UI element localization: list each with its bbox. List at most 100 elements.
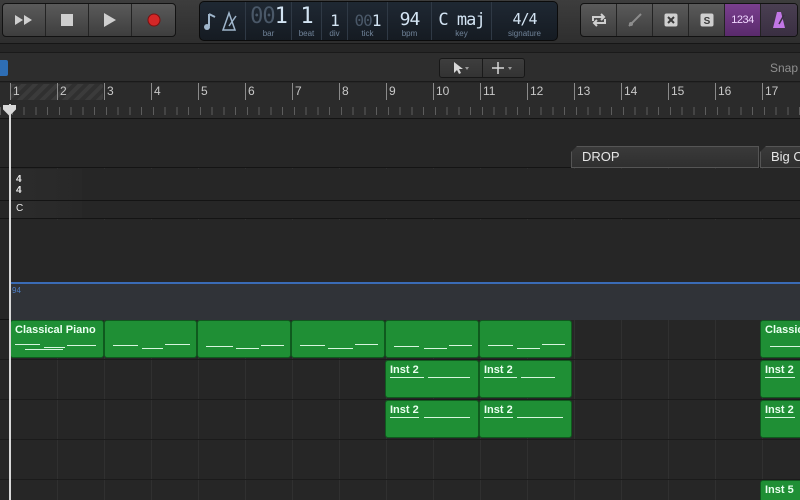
track-lane-inst2-a[interactable]: Inst 2 Inst 2 Inst 2	[0, 360, 800, 400]
region-piano[interactable]	[104, 320, 197, 358]
ruler-bar-number: 13	[577, 84, 591, 98]
fast-forward-button[interactable]	[3, 4, 46, 36]
play-button[interactable]	[89, 4, 132, 36]
lcd-key-cell[interactable]: C maj key	[432, 2, 492, 40]
region-inst2[interactable]: Inst 2	[760, 360, 800, 398]
ruler-bar-number: 4	[154, 84, 161, 98]
region-name: Inst 5	[765, 484, 794, 496]
lcd-bar-cell[interactable]: 001 bar	[246, 2, 292, 40]
region-classical-piano[interactable]: Classical Piano	[10, 320, 104, 358]
region-inst5[interactable]: Inst 5	[760, 480, 800, 500]
library-toggle-tab[interactable]	[0, 60, 8, 76]
transport-controls	[2, 3, 176, 37]
ruler-bar-tick	[245, 83, 246, 100]
region-notes	[390, 417, 474, 425]
region-piano[interactable]	[479, 320, 572, 358]
fast-forward-icon	[15, 15, 32, 25]
ruler-bar-number: 7	[295, 84, 302, 98]
region-inst2[interactable]: Inst 2	[479, 400, 572, 438]
replace-button[interactable]	[653, 4, 689, 36]
timeline-ruler[interactable]: 1 2 3 4 5 6 7 8 9 10 11 12 13 14 15 16 17	[0, 83, 800, 119]
record-icon	[147, 13, 160, 27]
lcd-tick-cell[interactable]: 001 tick	[348, 2, 388, 40]
tuner-button[interactable]	[617, 4, 653, 36]
region-notes	[390, 343, 474, 351]
ruler-bar-number: 14	[624, 84, 638, 98]
time-signature-numerator[interactable]: 4	[16, 174, 22, 185]
stop-button[interactable]	[46, 4, 89, 36]
ruler-bar-tick	[527, 83, 528, 100]
region-inst2[interactable]: Inst 2	[385, 360, 479, 398]
lcd-display[interactable]: 001 bar 1 beat 1 div 001 tick 94 bpm C m…	[199, 1, 558, 41]
region-notes	[484, 377, 567, 385]
ruler-bar-number: 5	[201, 84, 208, 98]
tempo-track[interactable]: 94	[0, 220, 800, 320]
control-bar: 001 bar 1 beat 1 div 001 tick 94 bpm C m…	[0, 0, 800, 44]
region-name: Inst 2	[484, 364, 513, 376]
play-icon	[104, 13, 116, 27]
region-piano[interactable]	[197, 320, 291, 358]
region-name: Inst 2	[390, 404, 419, 416]
marquee-tool-menu[interactable]	[483, 59, 525, 77]
ruler-bar-number: 16	[718, 84, 732, 98]
cycle-icon	[591, 13, 606, 27]
region-name: Inst 2	[390, 364, 419, 376]
tracks-area[interactable]: DROP Big C 4 4 C 94 Classical Piano Clas…	[0, 120, 800, 500]
region-inst2[interactable]: Inst 2	[479, 360, 572, 398]
ruler-bar-number: 6	[248, 84, 255, 98]
key-signature-label[interactable]: C	[16, 203, 23, 214]
count-in-button[interactable]: 1234	[725, 4, 761, 36]
count-in-label: 1234	[731, 14, 754, 26]
signature-track[interactable]: 4 4 C	[0, 169, 800, 219]
region-piano[interactable]	[291, 320, 385, 358]
solo-button[interactable]: S	[689, 4, 725, 36]
ruler-bar-tick	[480, 83, 481, 100]
lcd-div-cell[interactable]: 1 div	[322, 2, 348, 40]
cycle-button[interactable]	[581, 4, 617, 36]
ruler-bar-tick	[10, 83, 11, 100]
track-lane-piano[interactable]: Classical Piano Classic	[0, 320, 800, 360]
region-name: Classic	[765, 324, 800, 336]
ruler-ticks	[0, 107, 800, 115]
lcd-mode-cell[interactable]	[200, 2, 246, 40]
arrangement-track[interactable]: DROP Big C	[0, 120, 800, 168]
region-inst2[interactable]: Inst 2	[760, 400, 800, 438]
metronome-icon	[773, 12, 785, 28]
region-notes	[484, 343, 567, 351]
region-classical-piano[interactable]: Classic	[760, 320, 800, 358]
ruler-bar-tick	[104, 83, 105, 100]
arrangement-marker-drop[interactable]: DROP	[571, 146, 759, 168]
track-lane-inst2-b[interactable]: Inst 2 Inst 2 Inst 2	[0, 400, 800, 440]
ruler-bar-tick	[57, 83, 58, 100]
record-button[interactable]	[132, 4, 175, 36]
arrangement-marker-big[interactable]: Big C	[760, 146, 800, 168]
tool-selector[interactable]	[439, 58, 525, 78]
lcd-signature-cell[interactable]: 4/4 signature	[492, 2, 557, 40]
ruler-bar-tick	[151, 83, 152, 100]
stop-icon	[61, 14, 73, 26]
metronome-button[interactable]	[761, 4, 797, 36]
track-lane-inst5[interactable]: Inst 5	[0, 480, 800, 500]
playhead[interactable]	[9, 104, 11, 500]
tempo-curve[interactable]	[10, 282, 800, 320]
region-name: Inst 2	[765, 364, 794, 376]
lcd-beat-cell[interactable]: 1 beat	[292, 2, 322, 40]
ruler-bar-tick	[762, 83, 763, 100]
ruler-bar-number: 2	[60, 84, 67, 98]
lcd-beat-label: beat	[298, 29, 315, 38]
ruler-bar-tick	[386, 83, 387, 100]
region-lanes: Classical Piano Classic Inst 2 Inst 2 In…	[0, 320, 800, 500]
crosshair-icon	[492, 62, 513, 74]
lcd-bpm-cell[interactable]: 94 bpm	[388, 2, 432, 40]
time-signature-denominator[interactable]: 4	[16, 185, 22, 196]
region-piano[interactable]	[385, 320, 479, 358]
lcd-bar-value: 1	[274, 4, 288, 29]
pointer-tool-menu[interactable]	[440, 59, 483, 77]
region-inst2[interactable]: Inst 2	[385, 400, 479, 438]
snap-label[interactable]: Snap	[770, 61, 798, 75]
lcd-bpm-label: bpm	[401, 29, 418, 38]
ruler-bar-tick	[433, 83, 434, 100]
track-lane-empty[interactable]	[0, 440, 800, 480]
mode-buttons: S 1234	[580, 3, 798, 37]
ruler-bar-number: 8	[342, 84, 349, 98]
